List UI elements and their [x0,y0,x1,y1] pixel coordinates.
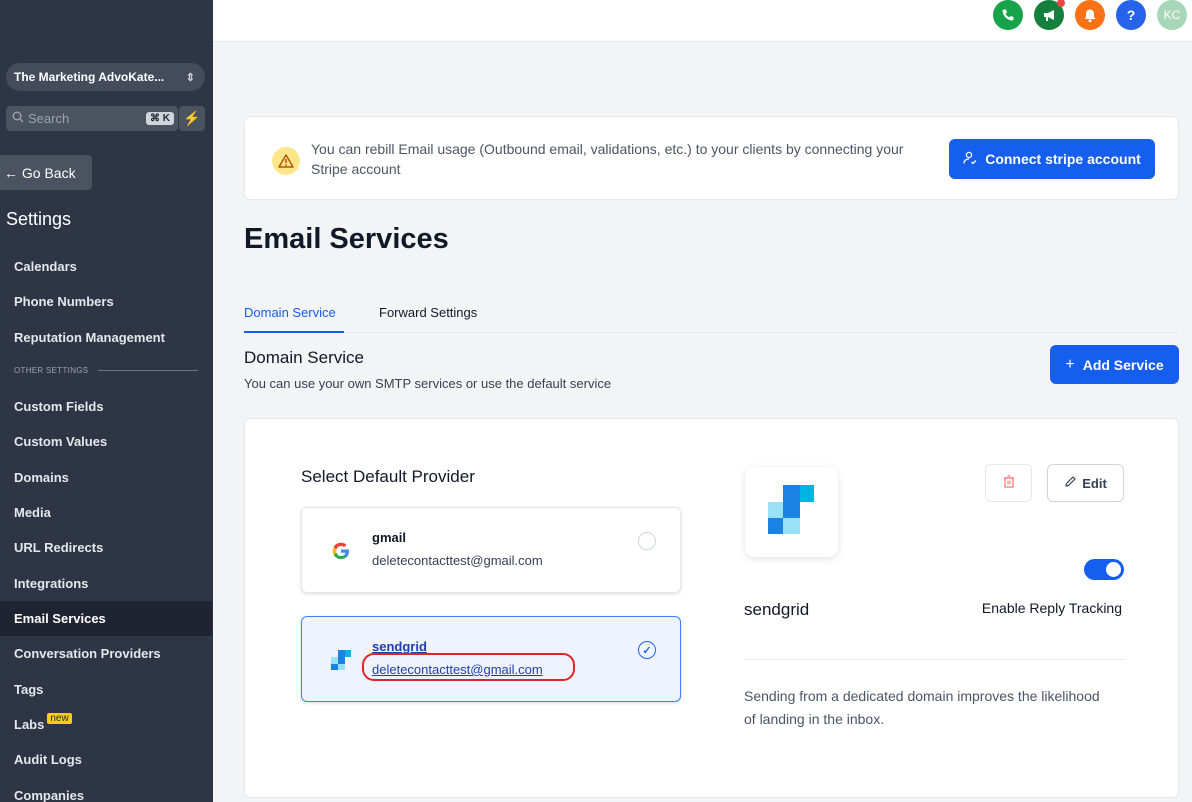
sidebar-item-custom-values[interactable]: Custom Values [0,424,212,459]
help-icon[interactable]: ? [1116,0,1146,30]
sidebar-item-audit-logs[interactable]: Audit Logs [0,742,212,777]
bell-icon[interactable] [1075,0,1105,30]
trash-icon [1003,475,1015,491]
active-tab-indicator [244,331,344,333]
sidebar-item-conversation-providers[interactable]: Conversation Providers [0,636,212,671]
page-title: Email Services [244,223,449,255]
edit-label: Edit [1082,475,1107,491]
warning-icon [272,147,300,175]
other-settings-section: OTHER SETTINGS [14,366,198,375]
avatar[interactable]: KC [1157,0,1187,30]
go-back-button[interactable]: ← Go Back [0,155,92,190]
tab-bar: Domain Service Forward Settings [244,295,1179,333]
toggle-knob [1106,562,1121,577]
banner-text: You can rebill Email usage (Outbound ema… [311,141,904,177]
section-title: Domain Service [244,348,364,367]
top-bar: ? KC [213,0,1192,42]
phone-icon[interactable] [993,0,1023,30]
reply-tracking-label: Enable Reply Tracking [981,600,1122,616]
select-provider-title: Select Default Provider [301,467,475,486]
delete-button[interactable] [985,464,1032,502]
pencil-icon [1064,475,1077,491]
search-input[interactable]: Search ⌘ K [6,106,178,131]
account-name: The Marketing AdvoKate... [14,70,165,84]
provider-radio[interactable] [638,532,656,550]
reply-tracking-toggle[interactable] [1084,559,1124,580]
provider-name: sendgrid [372,639,427,654]
sidebar: The Marketing AdvoKate... ⇕ Search ⌘ K ⚡… [0,0,213,802]
connect-stripe-button[interactable]: Connect stripe account [949,139,1155,179]
account-switcher[interactable]: The Marketing AdvoKate... ⇕ [6,63,205,91]
provider-name: gmail [372,530,406,545]
provider-description: Sending from a dedicated domain improves… [744,688,1100,727]
divider [744,659,1124,660]
add-service-button[interactable]: + Add Service [1050,345,1179,384]
sidebar-item-calendars[interactable]: Calendars [0,249,212,284]
sidebar-item-custom-fields[interactable]: Custom Fields [0,389,212,424]
provider-detail-name: sendgrid [744,600,810,619]
sidebar-item-url-redirects[interactable]: URL Redirects [0,530,212,565]
provider-email: deletecontacttest@gmail.com [372,553,543,568]
sidebar-item-domains[interactable]: Domains [0,460,212,495]
section-label: OTHER SETTINGS [14,366,89,375]
provider-option-gmail[interactable]: gmail deletecontacttest@gmail.com [301,507,681,593]
sendgrid-icon [330,649,352,671]
search-shortcut: ⌘ K [146,112,174,125]
search-placeholder: Search [28,111,70,126]
sidebar-item-tags[interactable]: Tags [0,672,212,707]
sidebar-item-phone-numbers[interactable]: Phone Numbers [0,284,212,319]
sidebar-item-email-services[interactable]: Email Services [0,601,212,636]
user-check-icon [963,151,977,168]
sidebar-item-media[interactable]: Media [0,495,212,530]
sidebar-item-companies[interactable]: Companies [0,778,212,802]
search-icon [12,111,24,126]
plus-icon: + [1065,355,1075,373]
notification-dot [1057,0,1065,7]
sendgrid-logo [745,467,838,557]
stripe-banner: You can rebill Email usage (Outbound ema… [244,116,1179,200]
section-subtitle: You can use your own SMTP services or us… [244,376,612,391]
new-badge: new [47,713,72,724]
chevron-updown-icon: ⇕ [185,71,195,84]
tab-forward-settings[interactable]: Forward Settings [379,305,477,320]
connect-stripe-label: Connect stripe account [985,151,1141,167]
labs-label: Labs [14,717,45,732]
section-divider [98,370,198,371]
lightning-icon[interactable]: ⚡ [179,106,205,131]
highlight-annotation [362,653,575,681]
provider-option-sendgrid[interactable]: sendgrid deletecontacttest@gmail.com ✓ [301,616,681,702]
checkmark-icon[interactable]: ✓ [638,641,656,659]
add-service-label: Add Service [1082,356,1164,373]
settings-title: Settings [6,209,72,229]
tab-domain-service[interactable]: Domain Service [244,305,336,320]
provider-card: Select Default Provider gmail deletecont… [244,418,1179,798]
google-icon [330,540,352,562]
megaphone-icon[interactable] [1034,0,1065,30]
sidebar-item-reputation-management[interactable]: Reputation Management [0,320,212,355]
sidebar-item-labs[interactable]: Labs new [0,707,212,742]
edit-button[interactable]: Edit [1047,464,1124,502]
sidebar-item-integrations[interactable]: Integrations [0,566,212,601]
